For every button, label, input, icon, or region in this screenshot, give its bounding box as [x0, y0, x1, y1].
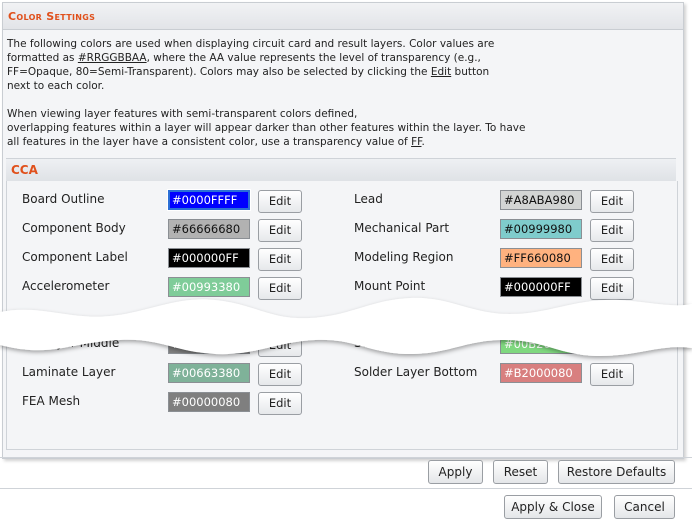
cca-section-header: CCA: [6, 158, 676, 182]
component-body-edit-button[interactable]: Edit: [258, 219, 302, 242]
panel-title: Color Settings: [8, 10, 96, 23]
modeling-region-label: Modeling Region: [354, 250, 454, 264]
fea-mesh-edit-button[interactable]: Edit: [258, 392, 302, 415]
description-line-4: next to each color.: [7, 80, 105, 92]
mechanical-part-color-input[interactable]: [500, 219, 582, 239]
lead-label: Lead: [354, 192, 383, 206]
board-outline-edit-button[interactable]: Edit: [258, 190, 302, 213]
footer-divider-bottom: [0, 488, 692, 489]
component-label-edit-button[interactable]: Edit: [258, 248, 302, 271]
fea-mesh-label: FEA Mesh: [22, 394, 81, 408]
component-body-label: Component Body: [22, 221, 126, 235]
description-line-5: When viewing layer features with semi-tr…: [7, 108, 358, 120]
modeling-region-edit-button[interactable]: Edit: [590, 248, 634, 271]
ff-reference: FF: [411, 136, 422, 148]
format-code: #RRGGBBAA: [77, 52, 147, 64]
description-line-1: The following colors are used when displ…: [7, 38, 495, 50]
apply-close-button[interactable]: Apply & Close: [504, 495, 602, 519]
description-line-3: FF=Opaque, 80=Semi-Transparent). Colors …: [7, 66, 490, 78]
description-line-6: overlapping features within a layer will…: [7, 122, 526, 134]
board-outline-label: Board Outline: [22, 192, 105, 206]
description-line-7: all features in the layer have a consist…: [7, 136, 425, 148]
lead-color-input[interactable]: [500, 190, 582, 210]
apply-button[interactable]: Apply: [428, 460, 483, 484]
description-line-2: formatted as #RRGGBBAA, where the AA val…: [7, 52, 481, 64]
component-body-color-input[interactable]: [168, 219, 250, 239]
board-outline-color-input[interactable]: [167, 189, 251, 211]
cca-section-title: CCA: [11, 163, 38, 177]
modeling-region-color-input[interactable]: [500, 248, 582, 268]
mechanical-part-label: Mechanical Part: [354, 221, 450, 235]
panel-header: Color Settings: [3, 3, 683, 30]
lead-edit-button[interactable]: Edit: [590, 190, 634, 213]
edit-reference: Edit: [430, 66, 452, 78]
mechanical-part-edit-button[interactable]: Edit: [590, 219, 634, 242]
reset-button[interactable]: Reset: [493, 460, 548, 484]
fea-mesh-color-input[interactable]: [168, 392, 250, 412]
torn-edge-overlay: [0, 297, 692, 356]
component-label-label: Component Label: [22, 250, 128, 264]
component-label-color-input[interactable]: [168, 248, 250, 268]
restore-defaults-button[interactable]: Restore Defaults: [558, 460, 675, 484]
footer-divider-top: [0, 457, 692, 458]
cancel-button[interactable]: Cancel: [614, 495, 675, 519]
